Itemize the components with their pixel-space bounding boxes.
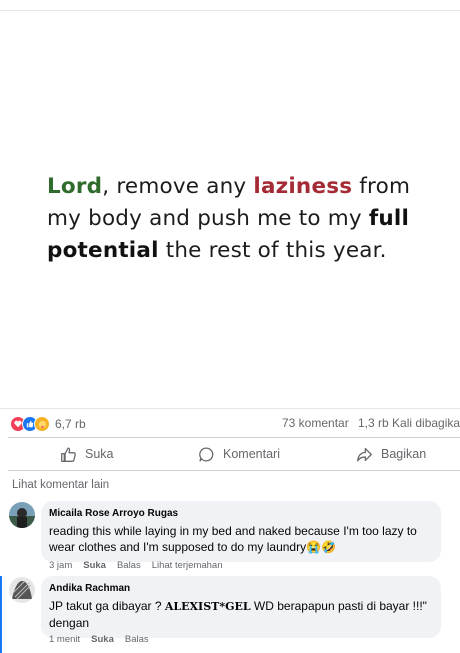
comment-time[interactable]: 3 jam <box>49 560 72 571</box>
post-stats: 6,7 rb 73 komentar 1,3 rb Kali dibagikan <box>0 408 460 437</box>
comment-text: JP takut ga dibayar ? ALEXIST*GEL WD ber… <box>49 598 431 631</box>
comment-label: Komentari <box>223 447 280 461</box>
comment-text-part: JP takut ga dibayar ? <box>49 599 165 613</box>
commenter-name[interactable]: Micaila Rose Arroyo Rugas <box>49 508 431 519</box>
comment-reply-link[interactable]: Balas <box>125 634 149 645</box>
quote-part: , remove any <box>102 174 254 199</box>
care-icon <box>34 416 50 432</box>
avatar[interactable] <box>9 502 35 528</box>
share-label: Bagikan <box>381 447 427 461</box>
comment-time[interactable]: 1 menit <box>49 634 80 645</box>
comment-like-link[interactable]: Suka <box>91 634 114 645</box>
commenter-name[interactable]: Andika Rachman <box>49 583 431 594</box>
quote-part: the rest of this year. <box>158 238 387 263</box>
comment-bubble: Andika Rachman JP takut ga dibayar ? ALE… <box>41 576 441 638</box>
quote-text: Lord, remove any laziness from my body a… <box>47 171 437 267</box>
reaction-count: 6,7 rb <box>55 417 86 431</box>
quote-word-laziness: laziness <box>253 174 353 199</box>
see-translation-link[interactable]: Lihat terjemahan <box>152 560 223 571</box>
comment-bubble: Micaila Rose Arroyo Rugas reading this w… <box>41 501 441 562</box>
action-bar: Suka Komentari Bagikan <box>8 437 460 471</box>
thumbs-up-icon <box>61 446 76 462</box>
comment-text-styled: ALEXIST*GEL <box>164 600 251 613</box>
comment-reply-link[interactable]: Balas <box>117 560 141 571</box>
quote-word-lord: Lord <box>47 174 103 199</box>
share-button[interactable]: Bagikan <box>356 438 426 470</box>
comment-meta: 1 menit Suka Balas <box>49 634 160 645</box>
comment-meta: 3 jam Suka Balas Lihat terjemahan <box>49 560 234 571</box>
view-more-comments-link[interactable]: Lihat komentar lain <box>12 479 109 491</box>
comment-like-link[interactable]: Suka <box>83 560 106 571</box>
share-count[interactable]: 1,3 rb Kali dibagikan <box>358 416 460 430</box>
post-image[interactable]: Lord, remove any laziness from my body a… <box>0 11 460 408</box>
share-icon <box>357 447 372 462</box>
comment-count[interactable]: 73 komentar <box>282 416 349 430</box>
like-button[interactable]: Suka <box>60 438 114 470</box>
comment-text: reading this while laying in my bed and … <box>49 524 417 554</box>
comment-icon <box>199 446 214 462</box>
avatar[interactable] <box>9 577 35 603</box>
comment-button[interactable]: Komentari <box>198 438 280 470</box>
reactions-summary[interactable]: 6,7 rb <box>10 416 86 432</box>
reply-indicator <box>0 576 2 653</box>
like-label: Suka <box>85 447 114 461</box>
